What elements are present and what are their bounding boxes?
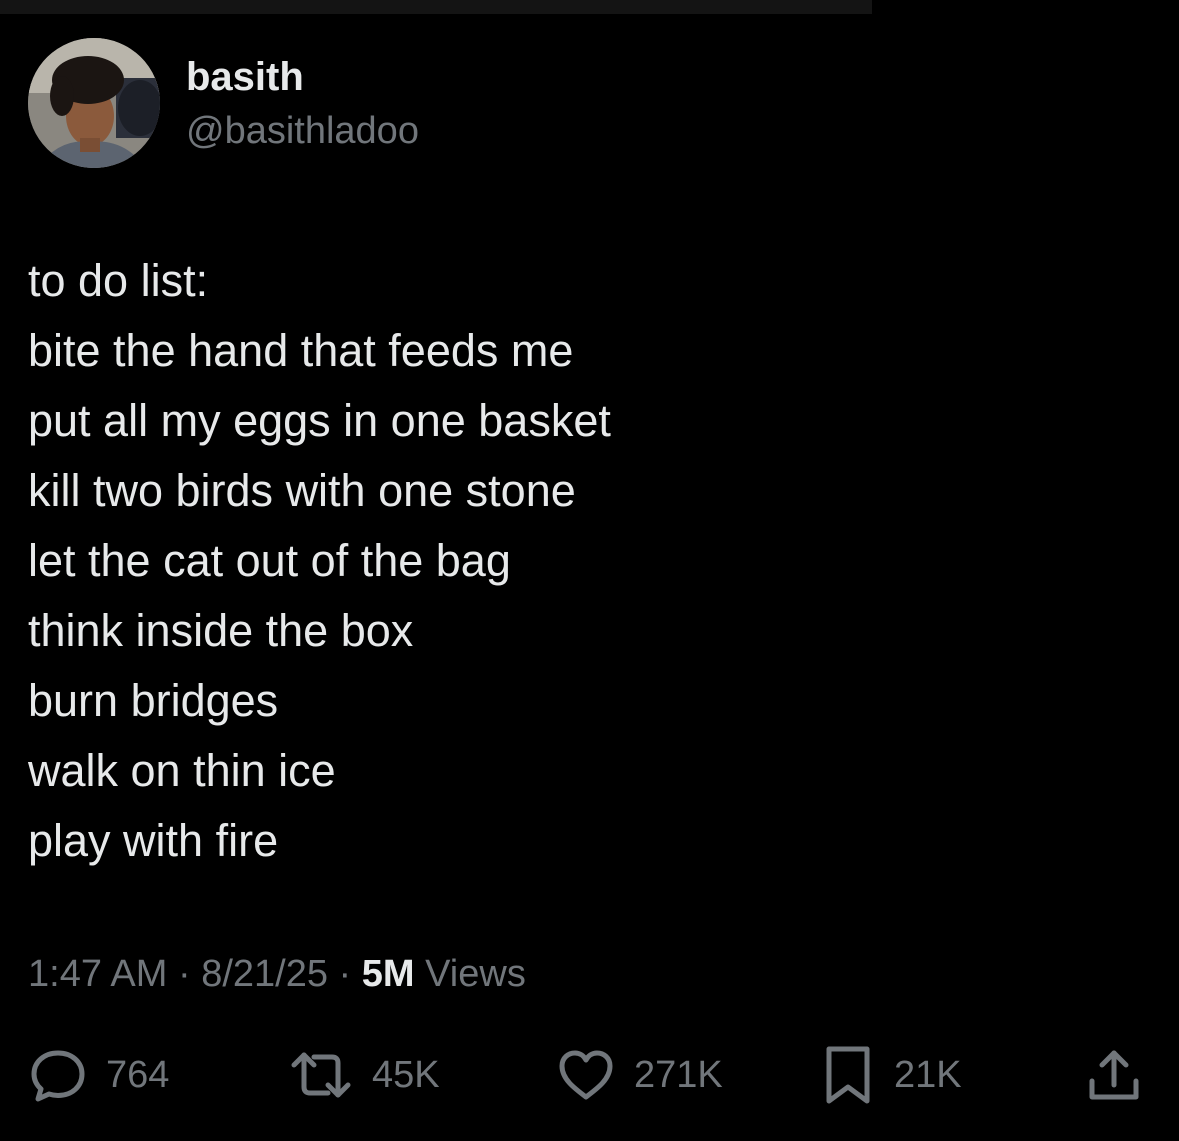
tweet-meta: 1:47 AM · 8/21/25 · 5M Views (28, 948, 526, 1000)
tweet-line: play with fire (28, 815, 279, 866)
reply-bubble-icon (28, 1045, 88, 1105)
tweet-line: think inside the box (28, 605, 414, 656)
avatar[interactable] (28, 38, 160, 168)
author-display-name[interactable]: basith (186, 52, 419, 102)
share-upload-icon (1084, 1045, 1144, 1105)
tweet-line: kill two birds with one stone (28, 465, 576, 516)
top-bar (0, 0, 872, 14)
tweet-line: put all my eggs in one basket (28, 395, 611, 446)
reply-button[interactable]: 764 (28, 1040, 169, 1110)
action-bar: 764 45K 271K 21K (0, 1040, 1179, 1110)
reply-count: 764 (106, 1053, 170, 1096)
tweet-date[interactable]: 8/21/25 (201, 953, 328, 995)
bookmark-icon (820, 1043, 876, 1107)
tweet-line: let the cat out of the bag (28, 535, 511, 586)
like-count: 271K (634, 1053, 723, 1096)
meta-separator: · (167, 953, 202, 995)
tweet-time[interactable]: 1:47 AM (28, 953, 167, 995)
views-label: Views (414, 953, 526, 995)
tweet-line: walk on thin ice (28, 745, 336, 796)
heart-icon (556, 1045, 616, 1105)
tweet-text: to do list: bite the hand that feeds me … (28, 246, 1128, 876)
tweet-page: basith @basithladoo to do list: bite the… (0, 0, 1179, 1141)
author-handle[interactable]: @basithladoo (186, 106, 419, 156)
bookmark-button[interactable]: 21K (820, 1040, 962, 1110)
like-button[interactable]: 271K (556, 1040, 723, 1110)
repost-arrows-icon (288, 1045, 354, 1105)
repost-button[interactable]: 45K (288, 1040, 440, 1110)
share-button[interactable] (1084, 1040, 1144, 1110)
repost-count: 45K (372, 1053, 440, 1096)
tweet-line: bite the hand that feeds me (28, 325, 574, 376)
author-block: basith @basithladoo (186, 52, 419, 156)
tweet-line: to do list: (28, 255, 209, 306)
views-count: 5M (361, 953, 415, 995)
bookmark-count: 21K (894, 1053, 962, 1096)
meta-separator: · (328, 953, 362, 995)
tweet-line: burn bridges (28, 675, 279, 726)
avatar-image (28, 38, 160, 168)
